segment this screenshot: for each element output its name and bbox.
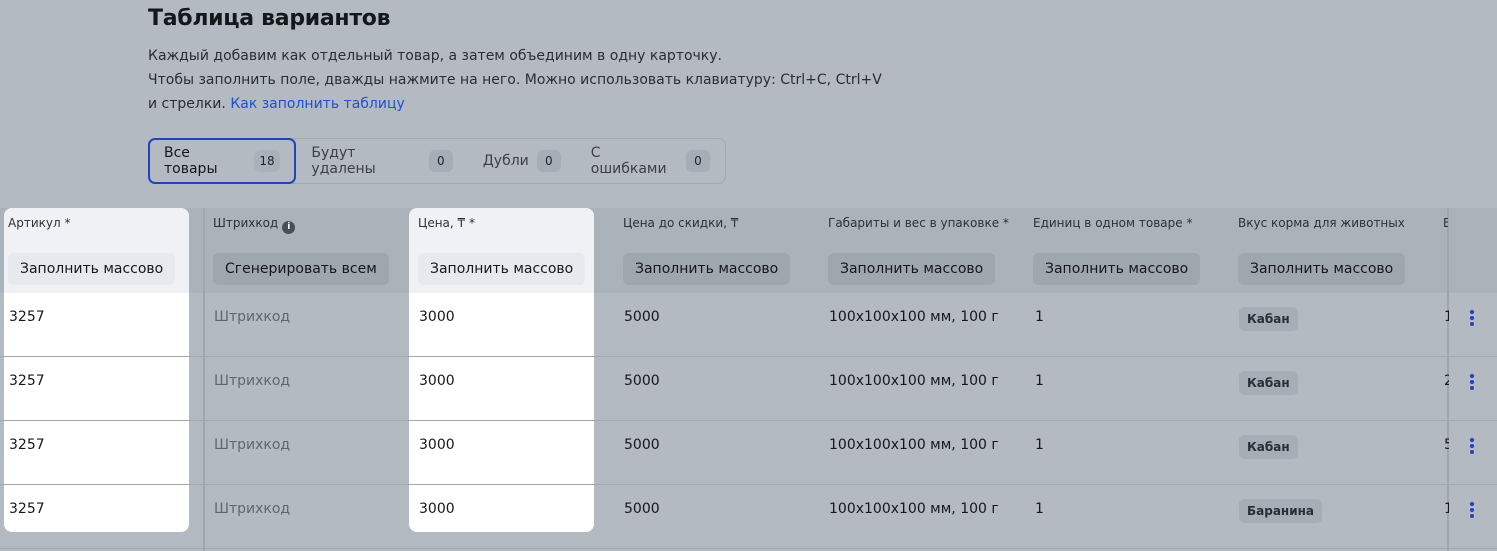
row-menu-icon[interactable]	[1466, 500, 1478, 520]
row-menu-icon[interactable]	[1466, 436, 1478, 456]
fill-bulk-button[interactable]: Заполнить массово	[623, 253, 791, 285]
cell-sku[interactable]: 3257	[9, 373, 45, 389]
cell-barcode[interactable]: Штрихкод	[214, 501, 290, 517]
row-menu-icon[interactable]	[1466, 308, 1478, 328]
tab-count: 0	[686, 150, 710, 172]
tab-label: С ошибками	[590, 145, 667, 177]
cell-dimensions[interactable]: 100x100x100 мм, 100 г	[829, 437, 999, 453]
info-icon[interactable]: i	[282, 221, 296, 234]
header-label: В	[1443, 216, 1448, 230]
cell-next[interactable]: 2	[1444, 373, 1449, 389]
tab-all-products[interactable]: Все товары 18	[148, 138, 297, 184]
cell-next[interactable]: 1	[1444, 309, 1449, 325]
fill-bulk-button[interactable]: Заполнить массово	[8, 253, 176, 285]
cell-price[interactable]: 3000	[419, 309, 455, 325]
cell-barcode[interactable]: Штрихкод	[214, 373, 290, 389]
header-barcode: Штрихкод i Сгенерировать всем	[209, 208, 404, 293]
page-description: Каждый добавим как отдельный товар, а за…	[148, 44, 882, 116]
cell-old-price[interactable]: 5000	[624, 373, 660, 389]
cell-price[interactable]: 3000	[419, 437, 455, 453]
cell-dimensions[interactable]: 100x100x100 мм, 100 г	[829, 501, 999, 517]
tab-label: Все товары	[164, 145, 218, 177]
cell-units[interactable]: 1	[1035, 437, 1044, 453]
cell-taste-tag[interactable]: Баранина	[1239, 499, 1323, 523]
cell-price[interactable]: 3000	[419, 501, 455, 517]
fill-bulk-button[interactable]: Заполнить массово	[418, 253, 586, 285]
tab-errors[interactable]: С ошибками 0	[576, 138, 725, 184]
tab-count: 0	[428, 150, 453, 172]
header-label: Единиц в одном товаре *	[1033, 216, 1193, 230]
tab-label: Дубли	[482, 153, 529, 169]
desc-line-1: Каждый добавим как отдельный товар, а за…	[148, 48, 722, 64]
header-old-price: Цена до скидки, ₸ Заполнить массово	[614, 208, 809, 293]
cell-sku[interactable]: 3257	[9, 309, 45, 325]
header-sku: Артикул * Заполнить массово	[4, 208, 189, 293]
filter-tabs: Все товары 18 Будут удалены 0 Дубли 0 С …	[148, 138, 726, 184]
row-divider	[0, 484, 1497, 485]
cell-units[interactable]: 1	[1035, 501, 1044, 517]
header-label: Артикул *	[8, 216, 71, 230]
header-label: Штрихкод i	[213, 216, 296, 234]
cell-dimensions[interactable]: 100x100x100 мм, 100 г	[829, 373, 999, 389]
header-label: Цена, ₸ *	[418, 216, 475, 230]
cell-barcode[interactable]: Штрихкод	[214, 309, 290, 325]
column-divider	[203, 208, 205, 551]
cell-sku[interactable]: 3257	[9, 437, 45, 453]
header-next: В	[1442, 208, 1448, 293]
cell-price[interactable]: 3000	[419, 373, 455, 389]
fill-bulk-button[interactable]: Заполнить массово	[828, 253, 996, 285]
cell-old-price[interactable]: 5000	[624, 501, 660, 517]
help-link[interactable]: Как заполнить таблицу	[230, 96, 404, 112]
tab-to-delete[interactable]: Будут удалены 0	[296, 138, 467, 184]
desc-line-3: и стрелки. Как заполнить таблицу	[148, 92, 882, 116]
header-label: Вкус корма для животных	[1238, 216, 1405, 230]
header-label-text: Штрихкод	[213, 216, 279, 230]
cell-taste-tag[interactable]: Кабан	[1239, 307, 1298, 331]
cell-taste-tag[interactable]: Кабан	[1239, 371, 1298, 395]
cell-taste-tag[interactable]: Кабан	[1239, 435, 1298, 459]
header-dimensions: Габариты и вес в упаковке * Заполнить ма…	[819, 208, 1019, 293]
fill-bulk-button[interactable]: Заполнить массово	[1033, 253, 1201, 285]
desc-line-2: Чтобы заполнить поле, дважды нажмите на …	[148, 72, 882, 88]
cell-next[interactable]: 5	[1444, 437, 1449, 453]
cell-units[interactable]: 1	[1035, 373, 1044, 389]
fill-bulk-button[interactable]: Заполнить массово	[1238, 253, 1406, 285]
row-menu-icon[interactable]	[1466, 372, 1478, 392]
variants-table: Артикул * Заполнить массово Штрихкод i Сг…	[0, 208, 1497, 551]
cell-sku[interactable]: 3257	[9, 501, 45, 517]
cell-old-price[interactable]: 5000	[624, 309, 660, 325]
tab-duplicates[interactable]: Дубли 0	[468, 138, 576, 184]
row-divider	[0, 548, 1497, 549]
cell-dimensions[interactable]: 100x100x100 мм, 100 г	[829, 309, 999, 325]
row-divider	[0, 420, 1497, 421]
tab-count: 18	[253, 150, 281, 172]
tab-label: Будут удалены	[311, 145, 376, 177]
cell-barcode[interactable]: Штрихкод	[214, 437, 290, 453]
cell-next[interactable]: 1	[1444, 501, 1449, 517]
desc-line-3-text: и стрелки.	[148, 96, 226, 112]
generate-all-button[interactable]: Сгенерировать всем	[213, 253, 389, 285]
page-title: Таблица вариантов	[148, 6, 391, 31]
header-price: Цена, ₸ * Заполнить массово	[409, 208, 594, 293]
row-divider	[0, 356, 1497, 357]
header-units: Единиц в одном товаре * Заполнить массов…	[1024, 208, 1224, 293]
tab-count: 0	[536, 150, 561, 172]
header-label: Габариты и вес в упаковке *	[828, 216, 1009, 230]
header-taste: Вкус корма для животных Заполнить массов…	[1229, 208, 1439, 293]
cell-old-price[interactable]: 5000	[624, 437, 660, 453]
cell-units[interactable]: 1	[1035, 309, 1044, 325]
header-label: Цена до скидки, ₸	[623, 216, 739, 230]
